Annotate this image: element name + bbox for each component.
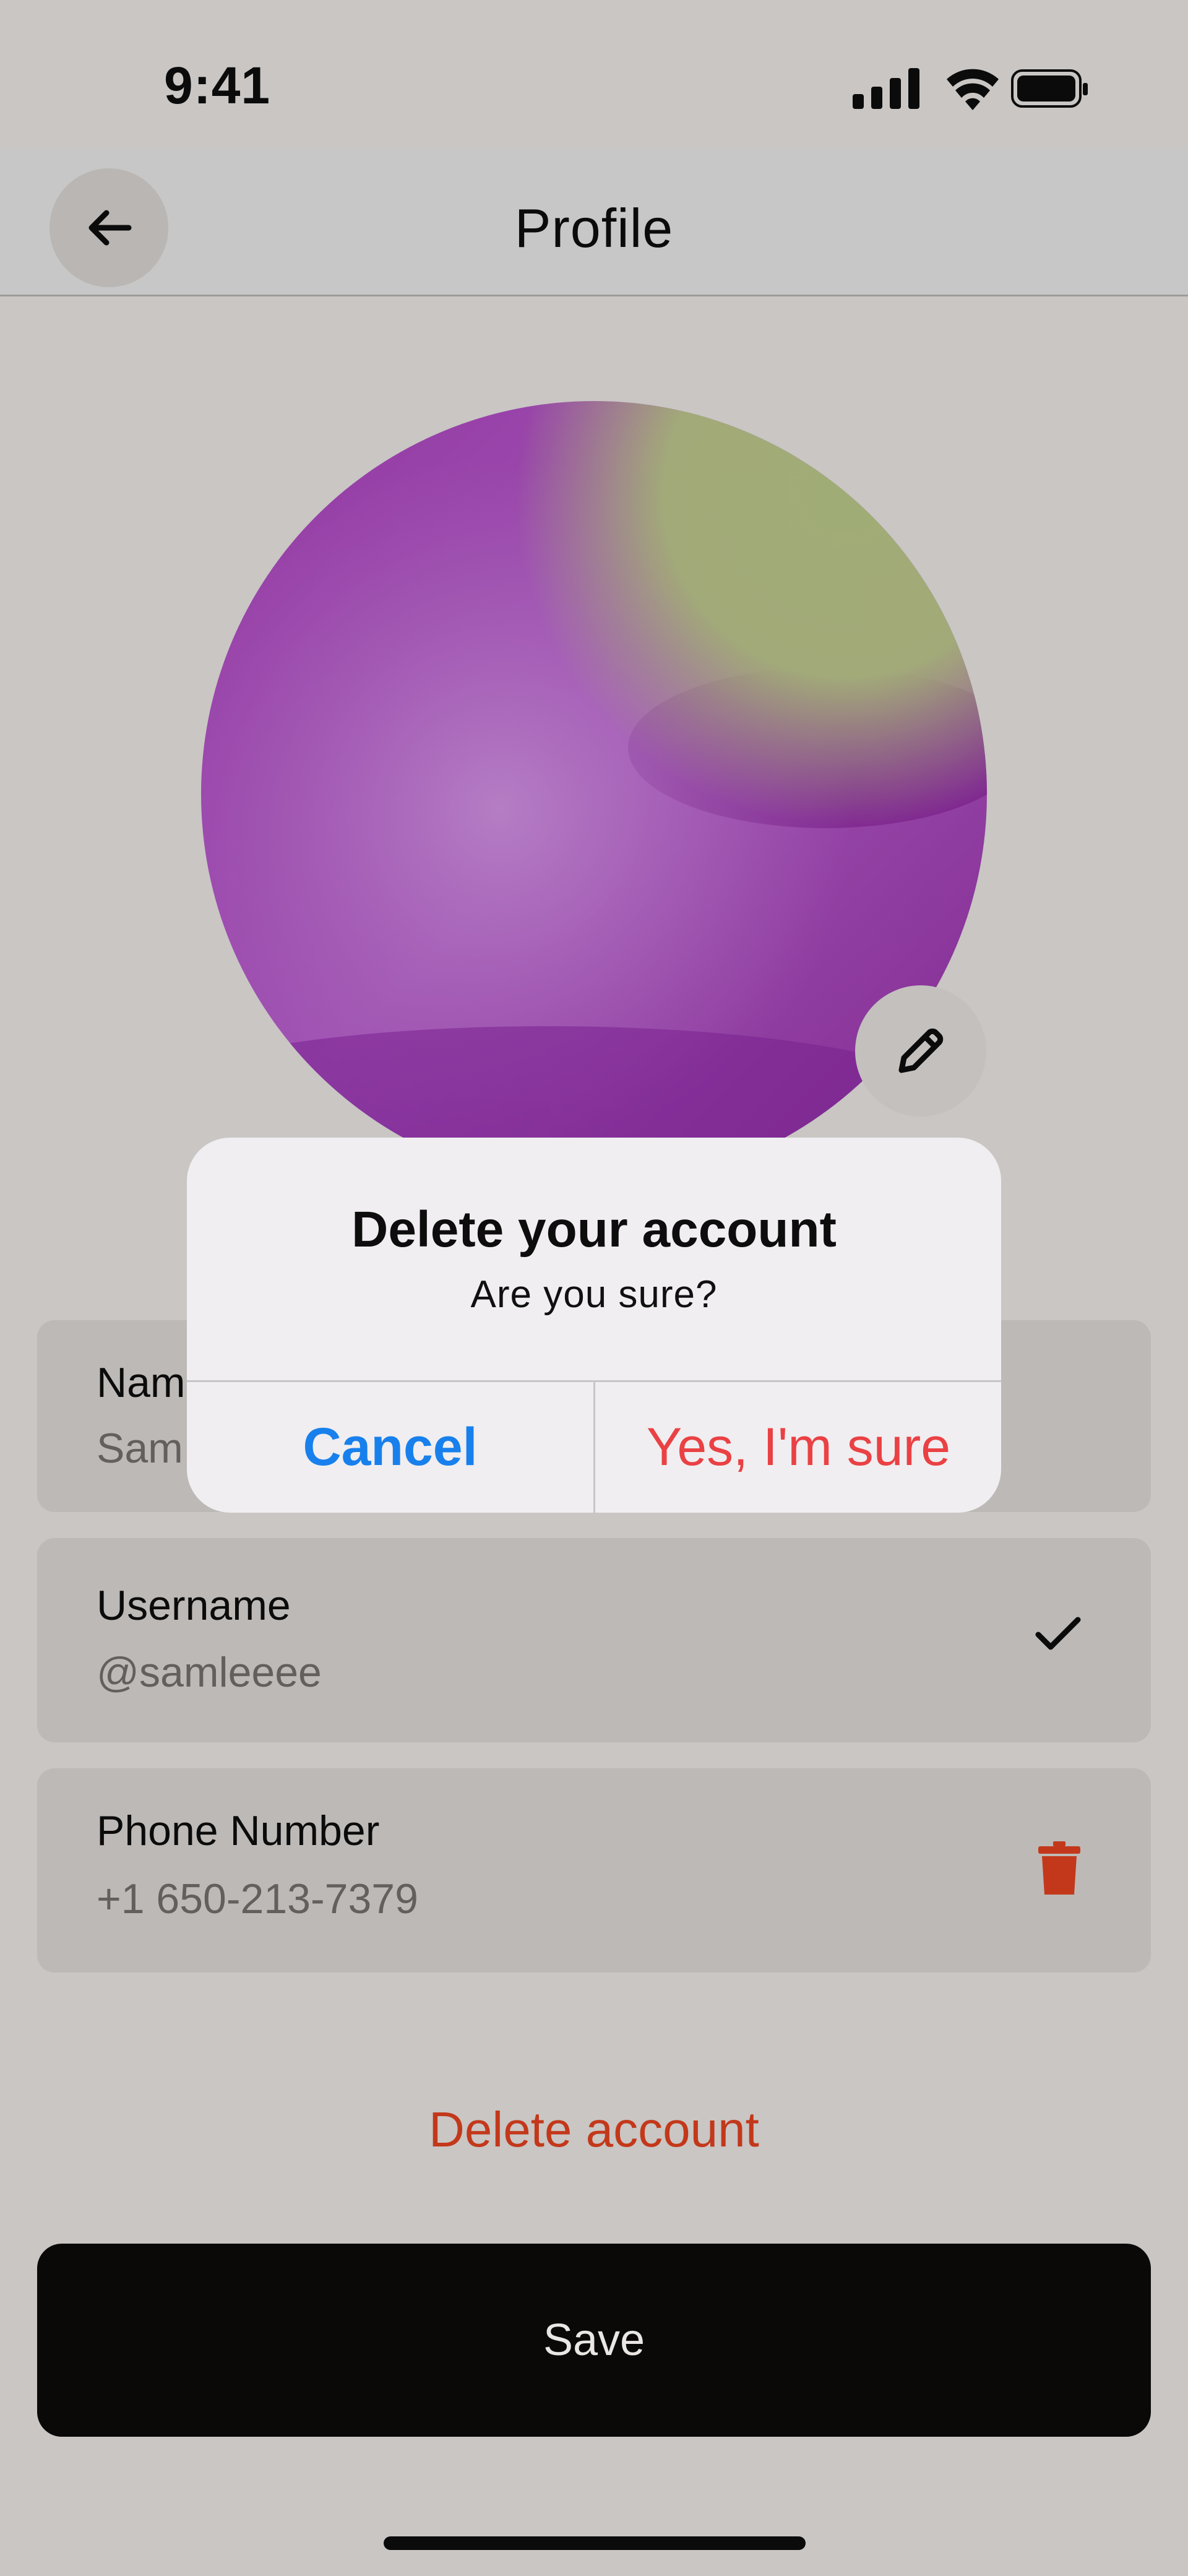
check-icon [1035,1615,1082,1655]
confirm-delete-button[interactable]: Yes, I'm sure [595,1382,1001,1513]
home-indicator [384,2536,806,2550]
trash-icon[interactable] [1037,1841,1082,1898]
status-time: 9:41 [164,56,271,115]
wifi-icon [947,69,999,110]
delete-account-link[interactable]: Delete account [0,2101,1188,2158]
pencil-icon [898,1028,944,1073]
username-label: Username [97,1582,291,1629]
username-field[interactable]: Username @samleeee [37,1538,1151,1742]
username-value: @samleeee [97,1649,322,1696]
phone-number-field[interactable]: Phone Number +1 650-213-7379 [37,1768,1151,1973]
cellular-signal-icon [853,68,919,109]
status-icons [850,66,1089,111]
save-button[interactable]: Save [37,2244,1151,2437]
edit-avatar-button[interactable] [855,985,986,1117]
phone-value: +1 650-213-7379 [97,1875,418,1922]
name-value: Sam [97,1425,183,1472]
dialog-title: Delete your account [351,1201,837,1258]
page-title: Profile [514,197,674,259]
phone-label: Phone Number [97,1807,380,1854]
cancel-button[interactable]: Cancel [187,1382,593,1513]
battery-icon [1011,69,1088,108]
dialog-message: Are you sure? [470,1273,718,1316]
delete-account-dialog: Delete your account Are you sure? Cancel… [187,1138,1001,1513]
